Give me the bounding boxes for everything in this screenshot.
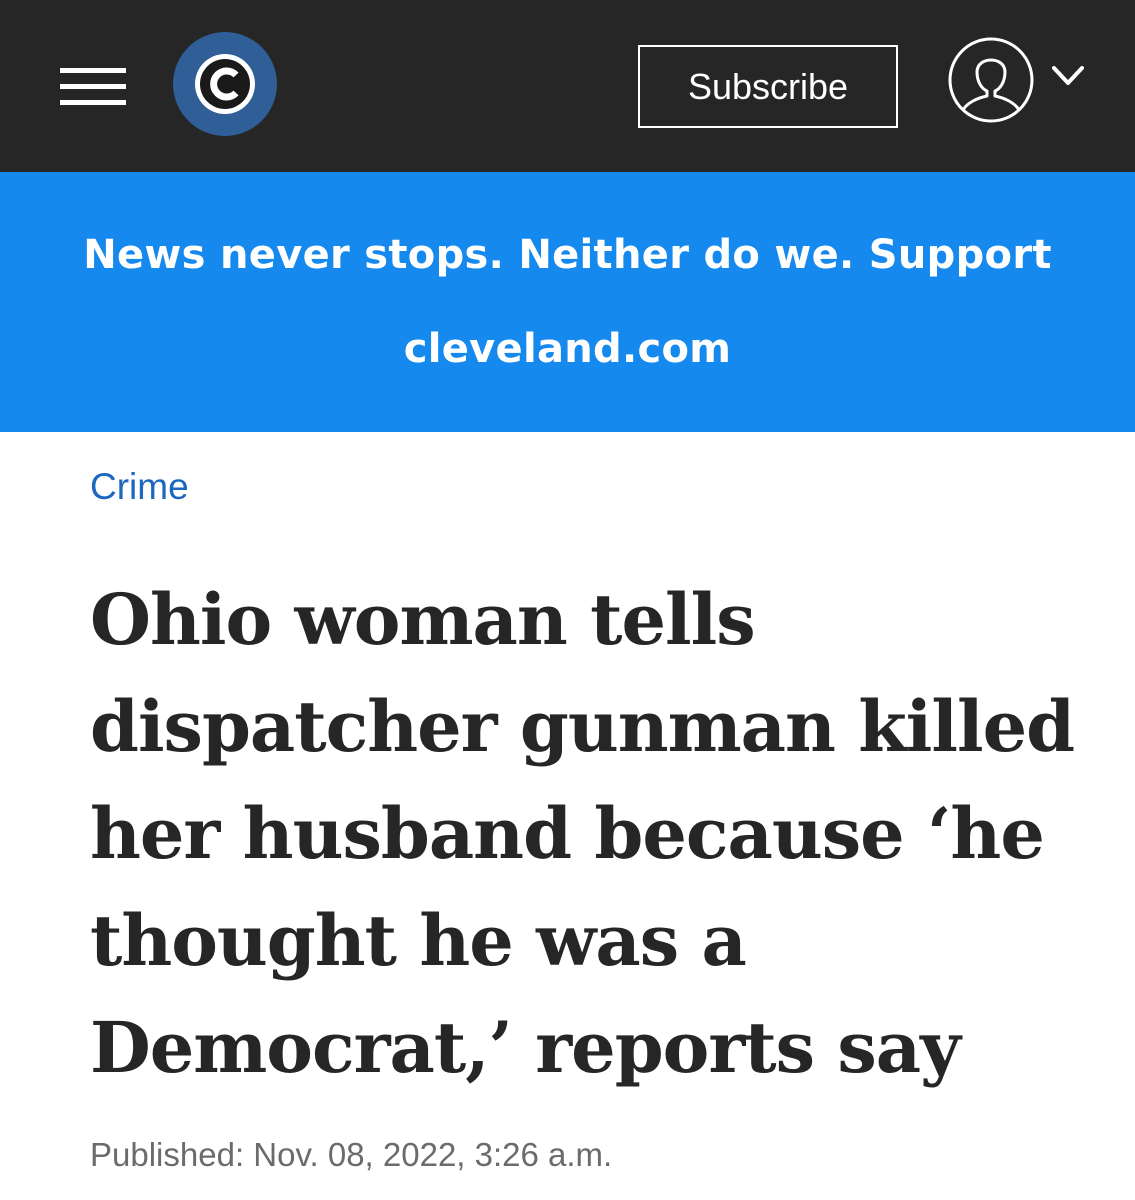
headline-line: dispatcher gunman killed	[90, 685, 1075, 768]
headline-line: Democrat,’ reports say	[90, 1006, 961, 1089]
article-headline: Ohio woman tells dispatcher gunman kille…	[90, 566, 1075, 1101]
published-date: Published: Nov. 08, 2022, 3:26 a.m.	[90, 1136, 613, 1173]
article: Crime Ohio woman tells dispatcher gunman…	[0, 432, 1135, 1175]
category-link[interactable]: Crime	[90, 466, 189, 508]
user-avatar-icon	[948, 37, 1034, 123]
support-banner-text: News never stops. Neither do we. Support	[83, 232, 1052, 278]
headline-line: Ohio woman tells	[90, 578, 756, 661]
support-banner-site: cleveland.com	[403, 326, 732, 372]
headline-line: thought he was a	[90, 899, 747, 982]
site-header: Subscribe	[0, 0, 1135, 172]
support-banner[interactable]: News never stops. Neither do we. Support…	[0, 172, 1135, 432]
account-menu[interactable]	[947, 36, 1087, 124]
hamburger-menu-icon[interactable]	[60, 66, 126, 106]
cleveland-logo-icon[interactable]	[173, 32, 277, 136]
subscribe-button[interactable]: Subscribe	[638, 45, 898, 128]
headline-line: her husband because ‘he	[90, 792, 1045, 875]
chevron-down-icon	[1052, 66, 1084, 85]
